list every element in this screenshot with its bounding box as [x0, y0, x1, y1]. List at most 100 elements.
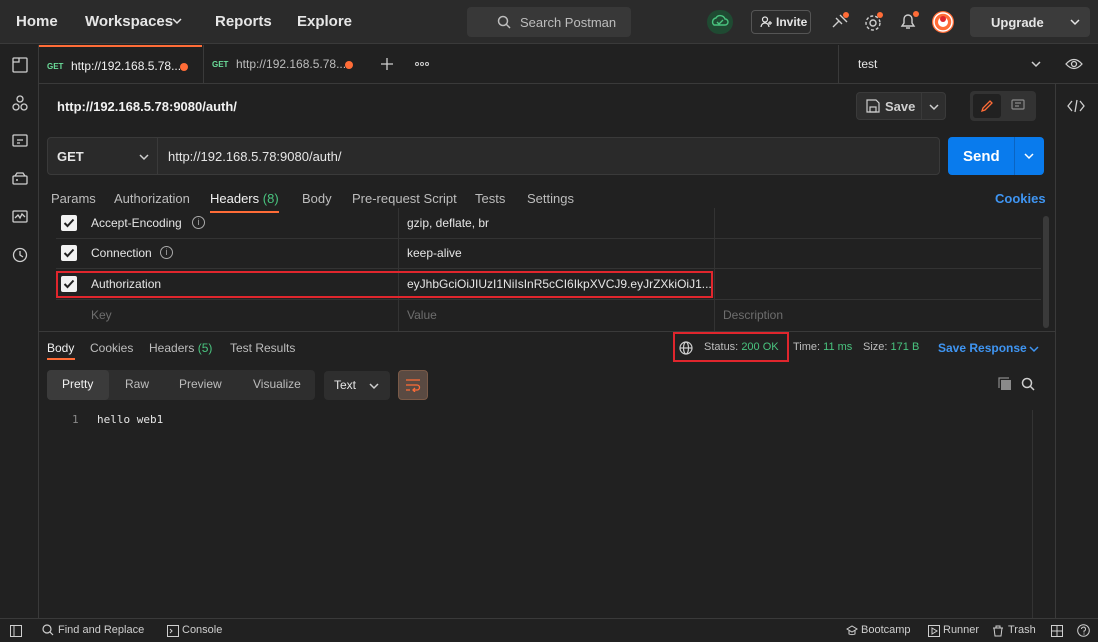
headers-scrollbar[interactable]: [1043, 216, 1049, 328]
sync-cloud-icon[interactable]: [707, 10, 733, 34]
environment-name: test: [858, 57, 878, 71]
help-icon[interactable]: [1077, 624, 1090, 637]
info-icon[interactable]: i: [192, 216, 205, 229]
pencil-icon: [980, 99, 994, 113]
view-mode-preview[interactable]: Preview: [179, 377, 222, 391]
response-tab-cookies[interactable]: Cookies: [90, 341, 133, 355]
save-button[interactable]: Save: [856, 92, 946, 120]
nav-home[interactable]: Home: [16, 13, 58, 30]
view-mode-pretty[interactable]: Pretty: [62, 377, 93, 391]
header-value[interactable]: gzip, deflate, br: [407, 216, 489, 230]
comment-icon[interactable]: [1011, 99, 1025, 113]
tab-headers[interactable]: Headers (8): [210, 191, 279, 206]
response-size: Size: 171 B: [863, 341, 919, 353]
copy-icon[interactable]: [998, 377, 1012, 391]
environments-icon[interactable]: [12, 133, 28, 149]
runner-button[interactable]: Runner: [943, 624, 979, 636]
unsaved-dot-icon: [345, 61, 353, 69]
save-options-chevron-down-icon[interactable]: [929, 103, 939, 111]
new-description-input[interactable]: Description: [723, 308, 783, 322]
response-format-select[interactable]: Text: [324, 371, 390, 400]
new-key-input[interactable]: Key: [91, 308, 112, 322]
tab-tests[interactable]: Tests: [475, 191, 505, 206]
satellite-icon[interactable]: [830, 12, 850, 32]
header-value[interactable]: keep-alive: [407, 246, 462, 260]
top-navbar: Home Workspaces Reports Explore Search P…: [0, 0, 1098, 44]
settings-gear-icon[interactable]: [864, 12, 884, 32]
view-mode-raw[interactable]: Raw: [125, 377, 149, 391]
wrap-lines-button[interactable]: [398, 370, 428, 400]
tab-authorization[interactable]: Authorization: [114, 191, 190, 206]
toggle-sidebar-icon[interactable]: [10, 625, 22, 637]
request-tab-1[interactable]: GET http://192.168.5.78...: [39, 45, 202, 83]
search-response-icon[interactable]: [1021, 377, 1035, 391]
info-icon[interactable]: i: [160, 246, 173, 259]
response-tab-test-results[interactable]: Test Results: [230, 341, 295, 355]
tab-params[interactable]: Params: [51, 191, 96, 206]
response-tab-body[interactable]: Body: [47, 341, 74, 355]
nav-reports[interactable]: Reports: [215, 13, 272, 30]
response-active-tab-indicator: [47, 358, 75, 360]
header-key[interactable]: Connection: [91, 246, 152, 260]
send-options-chevron-down-icon[interactable]: [1024, 152, 1034, 160]
save-response-chevron-down-icon[interactable]: [1029, 345, 1039, 353]
apis-icon[interactable]: [12, 95, 28, 111]
view-mode-visualize[interactable]: Visualize: [253, 377, 301, 391]
find-replace-icon: [42, 624, 54, 636]
collections-icon[interactable]: [12, 57, 28, 73]
workspaces-chevron-down-icon[interactable]: [172, 17, 182, 25]
search-bar[interactable]: Search Postman: [467, 7, 631, 37]
edit-mode-toggle: [970, 91, 1036, 121]
headers-count: (8): [262, 191, 279, 206]
response-tab-headers[interactable]: Headers (5): [149, 341, 212, 355]
find-replace-button[interactable]: Find and Replace: [58, 624, 144, 636]
tab-body[interactable]: Body: [302, 191, 332, 206]
save-response-button[interactable]: Save Response: [938, 341, 1027, 355]
response-format: Text: [334, 378, 357, 392]
line-number: 1: [72, 413, 79, 426]
right-sidebar: [1055, 84, 1098, 618]
notifications-bell-icon[interactable]: [898, 11, 920, 31]
environment-quick-look-eye-icon[interactable]: [1065, 57, 1083, 71]
nav-explore[interactable]: Explore: [297, 13, 352, 30]
url-bar: GET http://192.168.5.78:9080/auth/: [47, 137, 940, 175]
column-divider: [714, 208, 715, 239]
user-avatar[interactable]: [931, 10, 955, 34]
cookies-link[interactable]: Cookies: [995, 191, 1046, 206]
http-method-select[interactable]: GET: [48, 138, 158, 174]
upgrade-chevron-down-icon[interactable]: [1070, 18, 1080, 26]
code-snippet-icon[interactable]: [1067, 99, 1085, 113]
history-icon[interactable]: [12, 247, 28, 263]
environment-chevron-down-icon[interactable]: [1031, 60, 1041, 68]
bootcamp-button[interactable]: Bootcamp: [861, 624, 911, 636]
upgrade-button[interactable]: Upgrade: [970, 7, 1090, 37]
left-sidebar: [0, 45, 39, 618]
trash-button[interactable]: Trash: [1008, 624, 1036, 636]
response-scrollbar[interactable]: [1032, 410, 1044, 618]
tab-settings[interactable]: Settings: [527, 191, 574, 206]
url-input[interactable]: http://192.168.5.78:9080/auth/: [168, 149, 341, 164]
bootcamp-icon: [846, 625, 858, 637]
nav-workspaces[interactable]: Workspaces: [85, 13, 173, 30]
two-pane-view-icon[interactable]: [1051, 625, 1063, 637]
edit-mode-button[interactable]: [973, 94, 1001, 118]
mock-servers-icon[interactable]: [12, 171, 28, 187]
tab-headers-label: Headers: [210, 191, 260, 206]
monitors-icon[interactable]: [12, 209, 28, 225]
search-placeholder: Search Postman: [520, 15, 617, 30]
request-tab-2[interactable]: GET http://192.168.5.78...: [203, 45, 363, 83]
header-enabled-checkbox[interactable]: [61, 245, 77, 261]
tab-pre-request-script[interactable]: Pre-request Script: [352, 191, 457, 206]
more-tabs-ellipsis-icon[interactable]: [415, 62, 429, 66]
console-button[interactable]: Console: [182, 624, 222, 636]
send-button[interactable]: Send: [948, 137, 1044, 175]
environment-selector[interactable]: test: [838, 45, 1093, 83]
response-headers-count: (5): [197, 341, 213, 355]
new-tab-plus-icon[interactable]: [381, 58, 393, 70]
header-enabled-checkbox[interactable]: [61, 215, 77, 231]
header-key[interactable]: Accept-Encoding: [91, 216, 182, 230]
new-value-input[interactable]: Value: [407, 308, 437, 322]
unsaved-dot-icon: [180, 63, 188, 71]
request-title[interactable]: http://192.168.5.78:9080/auth/: [57, 99, 237, 114]
invite-button[interactable]: Invite: [751, 10, 811, 34]
